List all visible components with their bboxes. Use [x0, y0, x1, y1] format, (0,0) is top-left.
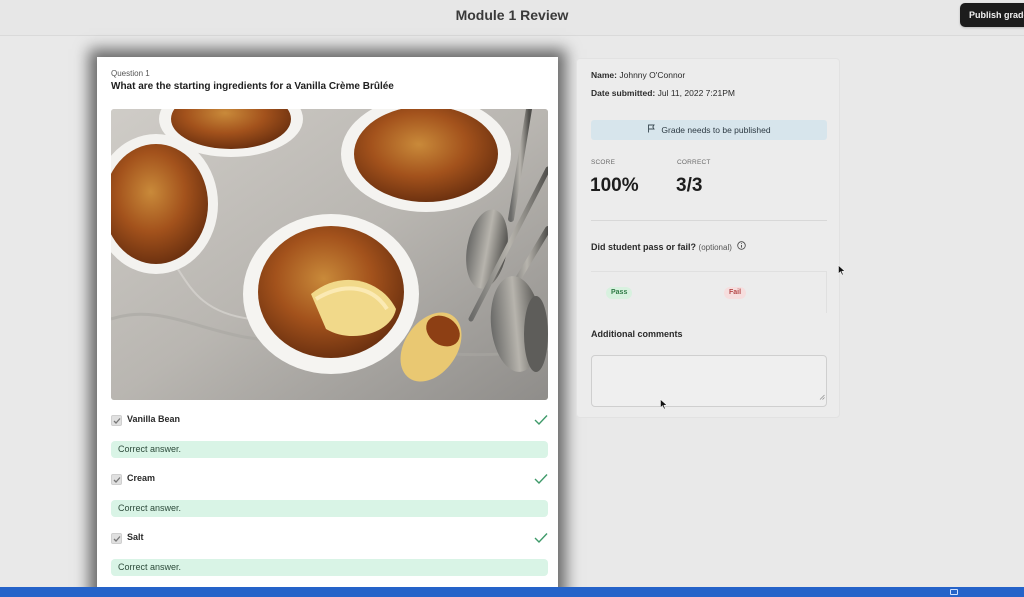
answer-checkbox[interactable]: [111, 533, 122, 544]
answer-feedback: Correct answer.: [111, 559, 548, 576]
fail-badge[interactable]: Fail: [724, 287, 747, 299]
taskbar: [0, 587, 1024, 597]
question-text: What are the starting ingredients for a …: [111, 81, 394, 92]
volume-icon[interactable]: [1005, 589, 1013, 595]
correct-label: CORRECT: [677, 159, 711, 166]
resize-grip-icon[interactable]: [819, 387, 825, 405]
answer-feedback: Correct answer.: [111, 441, 548, 458]
checkmark-icon: [113, 536, 121, 542]
grading-panel: Name: Johnny O'Connor Date submitted: Ju…: [576, 58, 840, 418]
score-label: SCORE: [591, 159, 616, 166]
top-bar: Module 1 Review Publish grade: [0, 0, 1024, 36]
checkmark-icon: [113, 418, 121, 424]
student-name: Name: Johnny O'Connor: [591, 70, 685, 80]
optional-tag: (optional): [698, 243, 732, 252]
date-submitted: Date submitted: Jul 11, 2022 7:21PM: [591, 88, 735, 98]
correct-check-icon: [534, 472, 548, 490]
wifi-icon[interactable]: [985, 589, 993, 595]
answer-label: Cream: [127, 473, 156, 483]
answer-label: Salt: [127, 532, 144, 542]
correct-check-icon: [534, 413, 548, 431]
mouse-cursor-icon: [660, 397, 668, 415]
answer-row: Cream: [111, 471, 548, 489]
correct-value: 3/3: [676, 175, 703, 196]
fail-option[interactable]: Fail: [709, 271, 827, 313]
creme-brulee-image: [111, 109, 548, 400]
name-label: Name:: [591, 70, 617, 80]
date-label: Date submitted:: [591, 88, 656, 98]
display-icon[interactable]: [950, 589, 958, 595]
divider: [591, 220, 827, 221]
publish-status-banner: Grade needs to be published: [591, 120, 827, 140]
answer-label: Vanilla Bean: [127, 414, 181, 424]
mouse-cursor-icon: [838, 263, 846, 281]
name-value: Johnny O'Connor: [619, 70, 686, 80]
question-number: Question 1: [111, 69, 150, 78]
answer-feedback: Correct answer.: [111, 500, 548, 517]
answer-checkbox[interactable]: [111, 415, 122, 426]
answer-checkbox[interactable]: [111, 474, 122, 485]
pass-badge[interactable]: Pass: [606, 287, 633, 299]
pass-option[interactable]: Pass: [591, 271, 709, 313]
publish-grade-button[interactable]: Publish grade: [960, 3, 1024, 27]
answer-row: Vanilla Bean: [111, 412, 548, 430]
date-value: Jul 11, 2022 7:21PM: [657, 88, 735, 98]
score-value: 100%: [590, 175, 639, 196]
correct-check-icon: [534, 531, 548, 549]
comments-label: Additional comments: [591, 329, 683, 339]
comments-textarea[interactable]: [591, 355, 827, 407]
pass-fail-text: Did student pass or fail?: [591, 242, 697, 252]
checkmark-icon: [113, 477, 121, 483]
question-card: Question 1 What are the starting ingredi…: [97, 57, 558, 597]
banner-text: Grade needs to be published: [661, 125, 771, 135]
answer-row: Salt: [111, 530, 548, 548]
info-icon[interactable]: [737, 241, 747, 252]
pass-fail-question: Did student pass or fail? (optional): [591, 241, 747, 252]
flag-icon: [647, 120, 656, 140]
page-title: Module 1 Review: [455, 7, 569, 23]
